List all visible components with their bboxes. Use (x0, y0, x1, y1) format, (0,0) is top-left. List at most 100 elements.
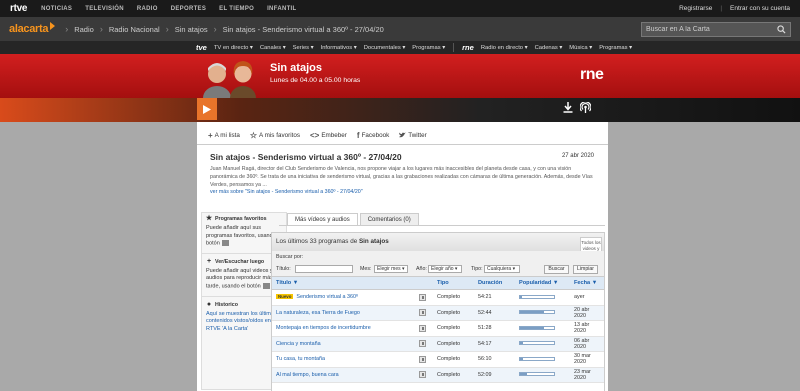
row-type-label: Completo (433, 336, 474, 352)
favorites-heading[interactable]: ★ Programas favoritos (205, 215, 282, 223)
embed-button[interactable]: <> Embeber (310, 131, 347, 140)
facebook-button[interactable]: f Facebook (357, 131, 389, 140)
row-type-cell (415, 289, 433, 306)
breadcrumb-radio[interactable]: Radio (74, 25, 94, 34)
add-to-favorites-button[interactable]: ☆ A mis favoritos (250, 131, 300, 140)
search-icon[interactable] (777, 24, 786, 34)
popularity-bar (519, 325, 555, 330)
menu-cadenas[interactable]: Cadenas ▾ (535, 45, 563, 51)
table-row[interactable]: Montepaja en tiempos de incertidumbre Com… (272, 320, 604, 337)
menu-programas-tve[interactable]: Programas ▾ (412, 45, 445, 51)
year-select-value: Elegir año (431, 266, 454, 272)
month-select-value: Elegir mes (377, 266, 401, 272)
breadcrumb-program[interactable]: Sin atajos (175, 25, 208, 34)
table-row[interactable]: Tu casa, tu montaña Completo 56:10 30 mar 2… (272, 351, 604, 368)
episode-link[interactable]: Ciencia y montaña (276, 341, 321, 347)
nav-el-tiempo[interactable]: EL TIEMPO (219, 6, 254, 12)
row-type-cell (415, 305, 433, 321)
chevron-right-icon: › (213, 24, 217, 34)
register-link[interactable]: Registrarse (679, 5, 712, 12)
menu-programas-rne[interactable]: Programas ▾ (599, 45, 632, 51)
row-type-cell (415, 336, 433, 352)
twitter-icon (399, 132, 407, 138)
menu-series[interactable]: Series ▾ (293, 45, 314, 51)
filter-form: Buscar por: Título: Mes: Elegir mes ▾ Añ… (272, 251, 604, 277)
search-button[interactable]: Buscar (544, 264, 569, 274)
audio-type-icon[interactable] (419, 309, 426, 317)
audio-type-icon[interactable] (419, 340, 426, 348)
tve-logo[interactable]: tve (196, 43, 207, 52)
program-title: Sin atajos (270, 62, 322, 74)
nav-radio[interactable]: RADIO (137, 6, 158, 12)
favorites-title: Programas favoritos (215, 216, 267, 222)
star-icon: ★ (205, 215, 213, 222)
nav-deportes[interactable]: DEPORTES (171, 6, 206, 12)
row-title-cell: La naturaleza, esa Tierra de Fuego (272, 305, 415, 321)
episode-link[interactable]: Tu casa, tu montaña (276, 356, 325, 362)
audio-type-icon[interactable] (419, 293, 426, 301)
table-row[interactable]: Nuevo Senderismo virtual a 360º Completo 54… (272, 289, 604, 306)
row-type-label: Completo (433, 320, 474, 337)
row-popularity (515, 351, 570, 368)
title-label: Título: (276, 266, 291, 272)
month-select[interactable]: Elegir mes ▾ (374, 265, 408, 273)
program-header: Sin atajos Lunes de 04.00 a 05.00 horas … (0, 54, 800, 98)
download-icon[interactable] (563, 102, 573, 113)
table-row[interactable]: Al mal tiempo, buena cara Completo 52:09 23… (272, 367, 604, 383)
row-date: ayer (570, 289, 604, 306)
menu-radio-directo[interactable]: Radio en directo ▾ (481, 45, 528, 51)
popularity-bar (519, 294, 555, 299)
menu-documentales[interactable]: Documentales ▾ (364, 45, 406, 51)
menu-canales[interactable]: Canales ▾ (260, 45, 286, 51)
clear-button[interactable]: Limpiar (573, 264, 598, 274)
alacarta-logo[interactable]: alacarta (9, 22, 56, 35)
twitter-button[interactable]: Twitter (399, 132, 427, 139)
rtve-logo[interactable]: rtve (10, 3, 27, 14)
audio-type-icon[interactable] (419, 355, 426, 363)
column-popularity[interactable]: Popularidad ▼ (515, 277, 570, 290)
episode-title: Sin atajos - Senderismo virtual a 360º -… (210, 152, 402, 162)
menu-tv-directo[interactable]: TV en directo ▾ (214, 45, 253, 51)
player-bar (0, 98, 800, 122)
audio-type-icon[interactable] (419, 324, 426, 332)
menu-musica[interactable]: Música ▾ (569, 45, 592, 51)
nav-noticias[interactable]: NOTICIAS (41, 6, 72, 12)
episode-link[interactable]: La naturaleza, esa Tierra de Fuego (276, 310, 360, 316)
play-icon (203, 104, 211, 114)
rne-menu: rne Radio en directo ▾ Cadenas ▾ Música … (462, 43, 632, 52)
rne-logo[interactable]: rne (462, 43, 474, 52)
episode-link[interactable]: Al mal tiempo, buena cara (276, 372, 339, 378)
row-popularity (515, 336, 570, 352)
watch-later-title: Ver/Escuchar luego (215, 258, 265, 265)
popularity-fill (520, 373, 527, 376)
podcast-icon[interactable] (580, 102, 591, 113)
audio-type-icon[interactable] (419, 371, 426, 379)
column-title[interactable]: Título ▼ (272, 277, 415, 290)
facebook-icon: f (356, 130, 360, 140)
login-link[interactable]: Entrar con su cuenta (730, 5, 790, 12)
year-select[interactable]: Elegir año ▾ (428, 265, 462, 273)
search-input[interactable] (646, 25, 776, 33)
menu-informativos[interactable]: Informativos ▾ (321, 45, 357, 51)
nav-television[interactable]: TELEVISIÓN (85, 6, 124, 12)
episode-link[interactable]: Senderismo virtual a 360º (296, 294, 358, 300)
more-link[interactable]: ver más sobre "Sin atajos - Senderismo v… (210, 189, 363, 195)
add-to-list-button[interactable]: + A mi lista (208, 131, 240, 140)
type-select[interactable]: Cualquiera ▾ (484, 265, 520, 273)
nav-infantil[interactable]: INFANTIL (267, 6, 296, 12)
row-title-cell: Nuevo Senderismo virtual a 360º (272, 289, 415, 306)
facebook-label: Facebook (361, 131, 390, 139)
tve-menu: tve TV en directo ▾ Canales ▾ Series ▾ I… (196, 43, 445, 52)
row-type-label: Completo (433, 305, 474, 321)
episode-link[interactable]: Montepaja en tiempos de incertidumbre (276, 325, 371, 331)
play-button[interactable] (197, 98, 217, 120)
month-label: Mes: (360, 266, 372, 272)
table-row[interactable]: Ciencia y montaña Completo 54:17 06 abr 202… (272, 336, 604, 352)
popularity-bar (519, 341, 555, 346)
title-filter-input[interactable] (295, 265, 353, 273)
table-row[interactable]: La naturaleza, esa Tierra de Fuego Comple… (272, 305, 604, 321)
presenters-photo (203, 61, 256, 98)
breadcrumb-rne[interactable]: Radio Nacional (109, 25, 160, 34)
column-date[interactable]: Fecha ▼ (570, 277, 604, 290)
chevron-right-icon: › (99, 24, 103, 34)
